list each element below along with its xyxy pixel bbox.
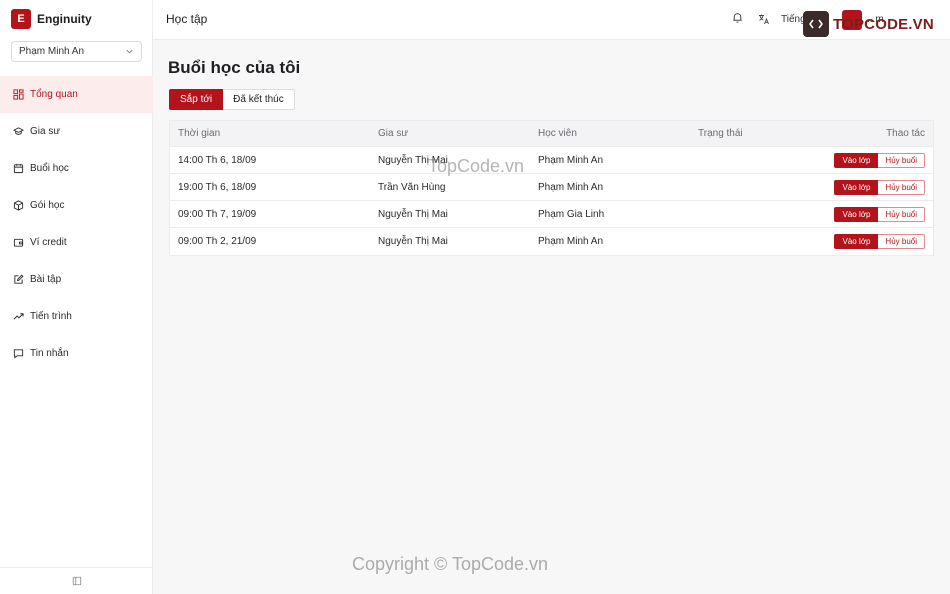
table-header: Thời gian Gia sư Học viên Trạng thái Tha… — [170, 121, 933, 147]
chevron-down-icon — [126, 49, 133, 54]
sidebar-item-progress[interactable]: Tiến trình — [0, 298, 153, 335]
sidebar-item-overview[interactable]: Tổng quan — [0, 76, 153, 113]
sidebar-item-packages[interactable]: Gói học — [0, 187, 153, 224]
brand[interactable]: E Enginuity — [0, 0, 152, 38]
code-brackets-icon — [809, 19, 823, 29]
column-header-tutor[interactable]: Gia sư — [370, 128, 530, 139]
cell-student: Phạm Gia Linh — [538, 208, 605, 220]
brand-name: Enginuity — [37, 12, 92, 26]
sidebar-item-sessions[interactable]: Buổi học — [0, 150, 153, 187]
tab-finished[interactable]: Đã kết thúc — [223, 89, 295, 110]
sidebar: E Enginuity Phạm Minh An Tổng quan Gia s… — [0, 0, 153, 594]
cell-tutor: Trần Văn Hùng — [378, 181, 446, 193]
cell-student: Phạm Minh An — [538, 154, 604, 166]
message-icon — [13, 349, 24, 359]
package-icon — [13, 200, 24, 211]
cancel-session-button[interactable]: Hủy buổi — [878, 152, 925, 168]
cell-actions: Vào lớp Hủy buổi — [790, 152, 933, 168]
brand-logo: E — [11, 9, 31, 29]
table-row: 09:00 Th 2, 21/09 Nguyễn Thị Mai Phạm Mi… — [170, 228, 933, 255]
cell-student: Phạm Minh An — [538, 236, 604, 247]
cancel-session-button[interactable]: Hủy buổi — [878, 206, 925, 222]
student-select[interactable]: Phạm Minh An — [11, 41, 142, 62]
session-tabs: Sắp tới Đã kết thúc — [169, 89, 295, 110]
table-row: 14:00 Th 6, 18/09 Nguyễn Thị Mai Phạm Mi… — [170, 147, 933, 174]
cell-student: Phạm Minh An — [538, 181, 604, 193]
sidebar-item-label: Ví credit — [30, 237, 67, 248]
sidebar-item-messages[interactable]: Tin nhắn — [0, 335, 153, 372]
join-class-button[interactable]: Vào lớp — [834, 234, 879, 249]
sidebar-item-label: Tiến trình — [30, 311, 72, 322]
table-row: 19:00 Th 6, 18/09 Trần Văn Hùng Phạm Min… — [170, 174, 933, 201]
watermark-logo-text: TOPCODE.VN — [833, 15, 934, 33]
dashboard-icon — [13, 89, 24, 100]
sidebar-item-label: Buổi học — [30, 163, 69, 174]
table-row: 09:00 Th 7, 19/09 Nguyễn Thị Mai Phạm Gi… — [170, 201, 933, 228]
cell-tutor: Nguyễn Thị Mai — [378, 208, 448, 220]
translate-icon[interactable] — [758, 13, 770, 25]
watermark-logo: TOPCODE.VN — [803, 9, 945, 39]
cell-actions: Vào lớp Hủy buổi — [790, 206, 933, 222]
cell-time: 09:00 Th 7, 19/09 — [178, 208, 257, 220]
cancel-session-button[interactable]: Hủy buổi — [878, 234, 925, 249]
sidebar-item-label: Tin nhắn — [30, 348, 69, 359]
sidebar-item-wallet[interactable]: Ví credit — [0, 224, 153, 261]
graduation-cap-icon — [13, 127, 24, 135]
edit-icon — [14, 274, 24, 284]
column-header-time[interactable]: Thời gian — [170, 128, 370, 139]
cell-time: 19:00 Th 6, 18/09 — [178, 181, 257, 193]
student-select-value: Phạm Minh An — [19, 46, 85, 57]
panel-collapse-icon — [72, 576, 81, 586]
column-header-student[interactable]: Học viên — [530, 128, 690, 139]
page-section-title: Học tập — [166, 12, 208, 26]
sidebar-item-label: Gia sư — [30, 126, 61, 137]
cell-time: 14:00 Th 6, 18/09 — [178, 154, 257, 166]
cell-tutor: Nguyễn Thị Mai — [378, 236, 448, 247]
sessions-table: Thời gian Gia sư Học viên Trạng thái Tha… — [169, 120, 934, 256]
sidebar-item-assignments[interactable]: Bài tập — [0, 261, 153, 298]
sidebar-item-label: Gói học — [30, 200, 65, 211]
trending-up-icon — [13, 313, 24, 320]
watermark-copyright: Copyright © TopCode.vn — [352, 554, 549, 574]
wallet-icon — [13, 238, 24, 247]
sidebar-nav: Tổng quan Gia sư Buổi học Gói học Ví cre… — [0, 76, 153, 372]
cell-actions: Vào lớp Hủy buổi — [790, 234, 933, 249]
sidebar-collapse-button[interactable] — [0, 567, 153, 594]
join-class-button[interactable]: Vào lớp — [834, 206, 879, 222]
cell-time: 09:00 Th 2, 21/09 — [178, 236, 257, 247]
join-class-button[interactable]: Vào lớp — [834, 179, 879, 195]
watermark-text: TopCode.vn — [428, 156, 525, 176]
calendar-icon — [13, 163, 24, 174]
tab-upcoming[interactable]: Sắp tới — [169, 89, 224, 110]
watermark-logo-mark — [803, 11, 829, 37]
cell-actions: Vào lớp Hủy buổi — [790, 179, 933, 195]
sidebar-item-tutors[interactable]: Gia sư — [0, 113, 153, 150]
language-switcher[interactable]: Tiếng — [781, 14, 806, 25]
page-title: Buổi học của tôi — [168, 58, 301, 77]
sidebar-item-label: Bài tập — [30, 274, 62, 285]
sidebar-item-label: Tổng quan — [30, 89, 78, 100]
column-header-status[interactable]: Trạng thái — [690, 128, 790, 139]
cancel-session-button[interactable]: Hủy buổi — [878, 179, 925, 195]
join-class-button[interactable]: Vào lớp — [834, 152, 879, 168]
column-header-actions: Thao tác — [886, 128, 925, 139]
bell-icon[interactable] — [731, 11, 744, 24]
